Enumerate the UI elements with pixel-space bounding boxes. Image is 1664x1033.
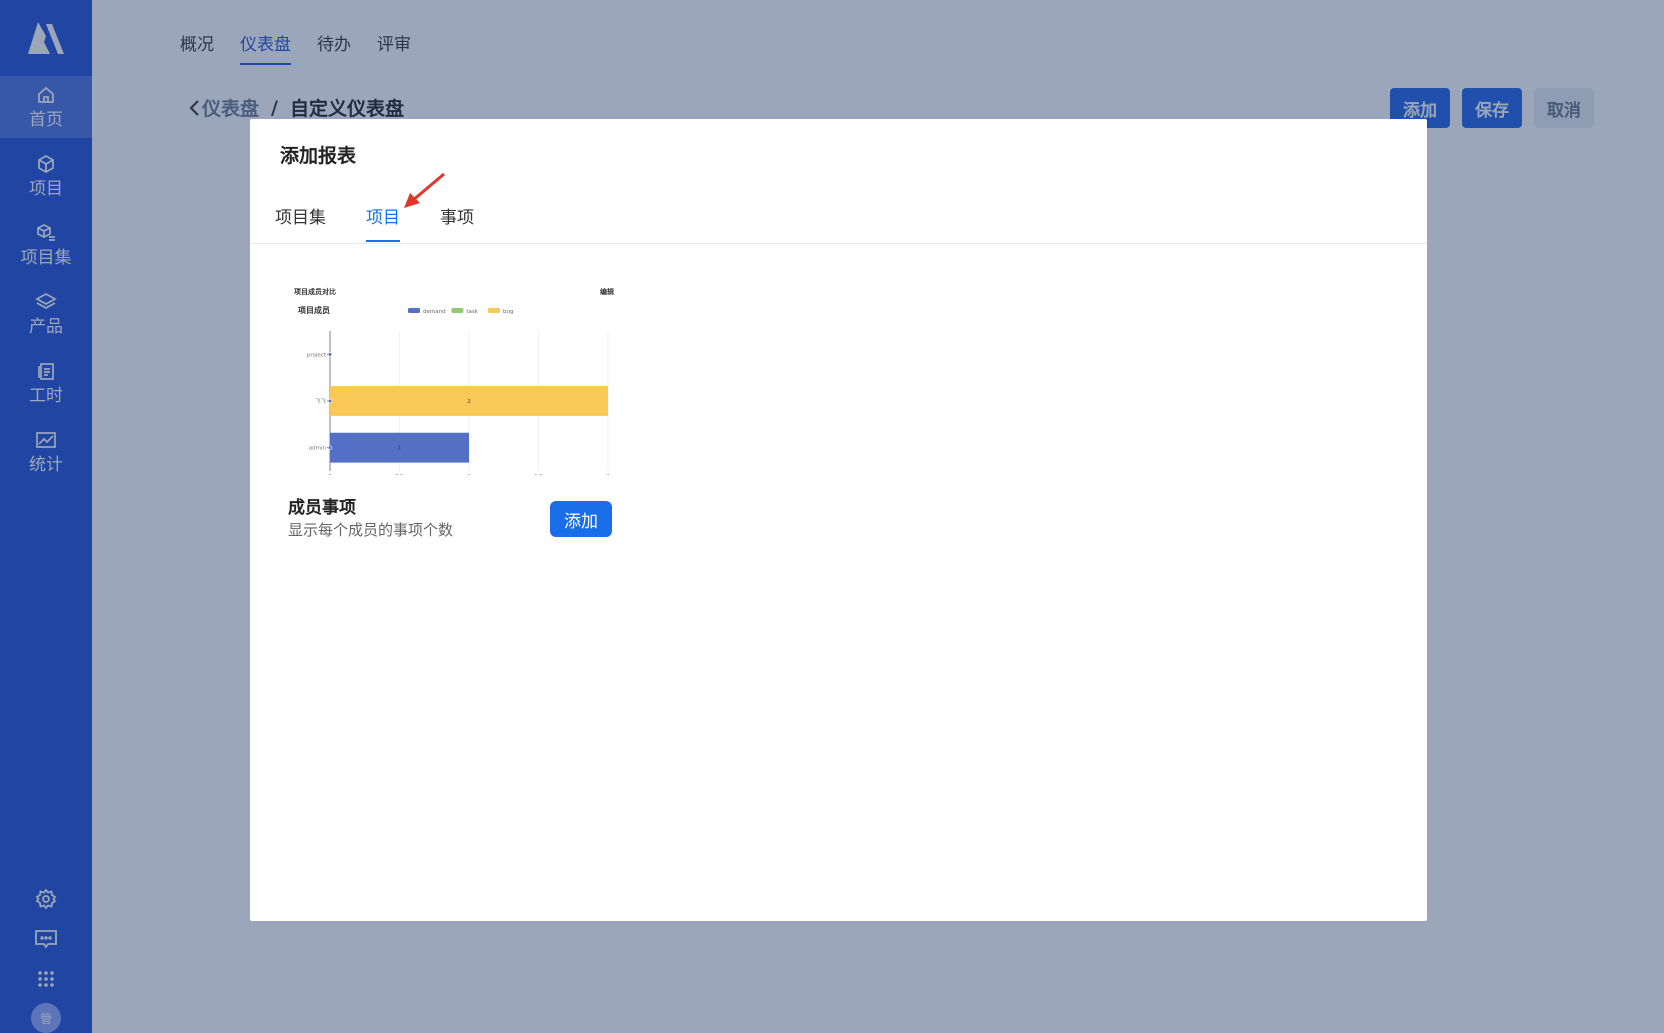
add-report-modal: 添加报表 项目集 项目 事项 项目成员对比 编辑项目成员 demand task bug… [250,119,1427,921]
report-card: 项目成员对比 编辑项目成员 demand task bug 0 0.5 1 1.5 2 projec… [288,275,628,539]
legend-label: demand [423,309,446,315]
y-tick-label: project [307,352,327,358]
y-tick-label: 飞飞 [315,398,327,405]
data-label: 1 [398,446,402,452]
modal-title: 添加报表 [280,145,357,167]
x-tick-label: 1 [467,474,470,475]
tab-issue[interactable]: 事项 [440,203,474,242]
modal-tabs: 项目集 项目 事项 [275,203,474,242]
tab-project[interactable]: 项目 [366,203,400,242]
axis-point [327,445,333,450]
report-card-add-button[interactable]: 添加 [550,501,612,537]
legend-swatch [488,308,500,313]
legend-swatch [451,308,464,313]
x-tick-label: 2 [606,474,609,475]
modal-divider [250,243,1427,244]
x-tick-label: 0.5 [396,474,404,475]
chart-preview: 项目成员对比 编辑项目成员 demand task bug 0 0.5 1 1.5 2 projec… [294,287,614,475]
y-tick-label: admin [309,446,327,452]
legend-label: bug [503,309,513,315]
chart-subtitle: 项目成员 [298,305,330,315]
data-label: 2 [467,399,471,405]
legend-label: task [466,309,478,315]
x-tick-label: 0 [328,474,331,475]
chart-edit-link: 编辑 [600,287,614,296]
chart-title: 项目成员对比 [294,287,336,296]
axis-point [327,398,333,404]
tab-project-set[interactable]: 项目集 [275,203,326,242]
legend-swatch [408,308,420,313]
axis-point [327,352,333,357]
report-card-title: 成员事项 [288,498,356,518]
report-card-description: 显示每个成员的事项个数 [288,521,454,539]
x-tick-label: 1.5 [535,474,543,475]
